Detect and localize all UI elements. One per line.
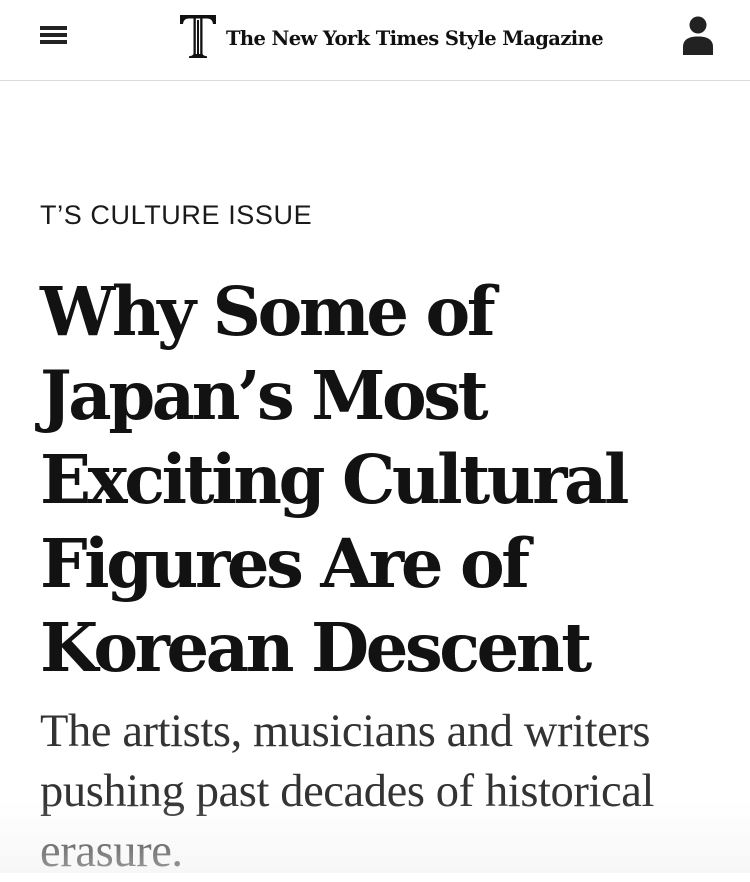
account-button[interactable] — [680, 13, 716, 57]
t-magazine-logo-icon: T — [180, 15, 216, 58]
user-account-icon — [683, 16, 713, 55]
article-headline: Why Some of Japan’s Most Exciting Cultur… — [40, 272, 629, 687]
menu-bar-line — [40, 40, 67, 44]
hamburger-menu-button[interactable] — [38, 24, 70, 48]
section-kicker[interactable]: T’S CULTURE ISSUE — [40, 200, 312, 231]
t-magazine-logo-link[interactable]: T The New York Times Style Magazine — [178, 12, 604, 60]
top-navigation-bar: T The New York Times Style Magazine — [0, 0, 750, 81]
menu-bar-line — [40, 26, 67, 30]
article-summary: The artists, musicians and writers pushi… — [40, 706, 654, 877]
menu-bar-line — [40, 33, 67, 37]
site-title: The New York Times Style Magazine — [226, 26, 604, 50]
